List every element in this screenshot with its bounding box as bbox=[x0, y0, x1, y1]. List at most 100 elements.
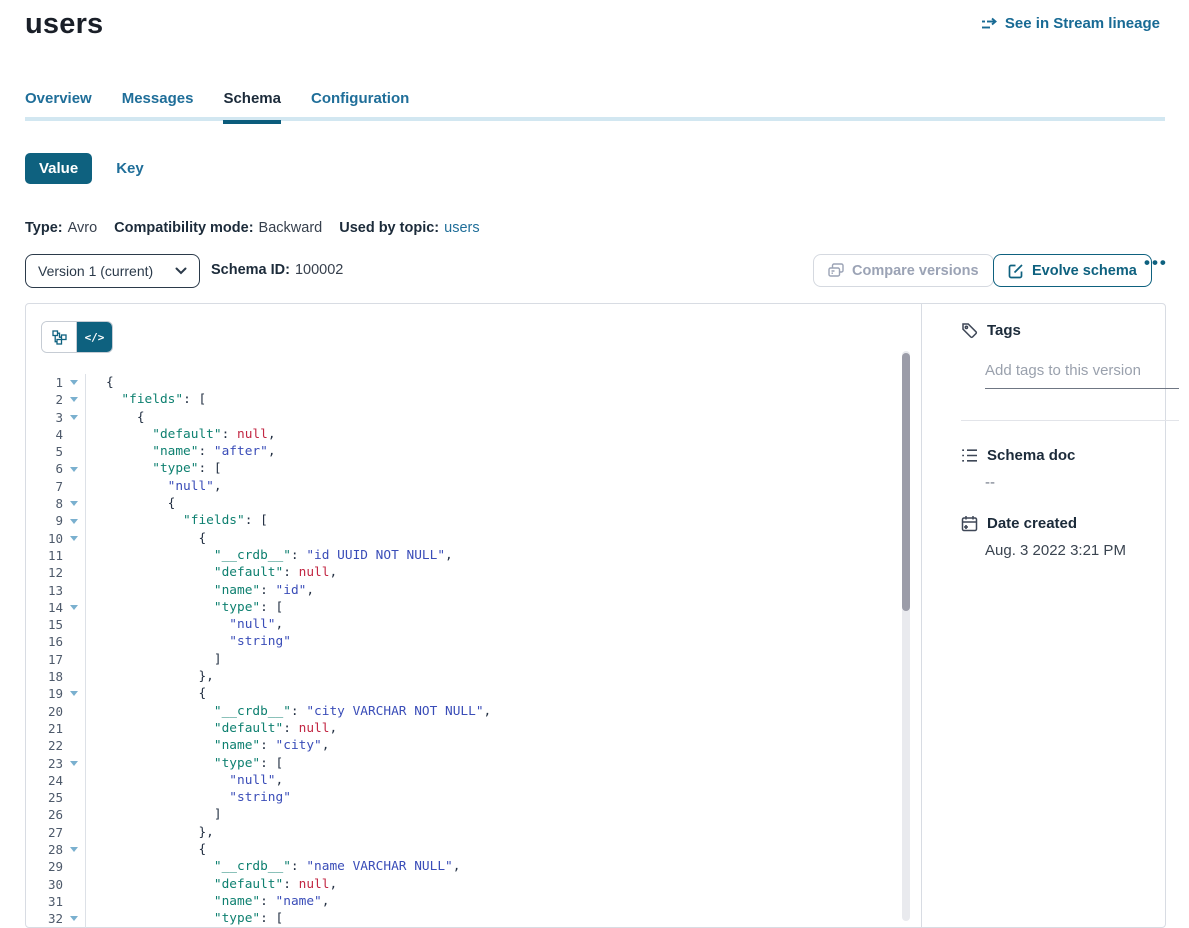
code-text: "default": null, bbox=[85, 426, 276, 443]
evolve-schema-button[interactable]: Evolve schema bbox=[993, 254, 1152, 287]
compare-versions-label: Compare versions bbox=[852, 263, 979, 279]
line-number: 28 bbox=[26, 841, 63, 858]
fold-arrow-icon[interactable] bbox=[63, 761, 85, 766]
tab-schema[interactable]: Schema bbox=[223, 90, 281, 124]
code-text: { bbox=[85, 841, 206, 858]
line-number: 8 bbox=[26, 495, 63, 512]
line-number: 3 bbox=[26, 409, 63, 426]
code-line: 28 { bbox=[26, 841, 902, 858]
tab-overview[interactable]: Overview bbox=[25, 90, 92, 124]
code-text: "type": [ bbox=[85, 755, 283, 772]
date-created-value: Aug. 3 2022 3:21 PM bbox=[985, 542, 1126, 559]
line-number: 11 bbox=[26, 547, 63, 564]
date-created-title: Date created bbox=[987, 515, 1077, 532]
code-line: 6 "type": [ bbox=[26, 460, 902, 477]
line-number: 14 bbox=[26, 599, 63, 616]
fold-arrow-icon[interactable] bbox=[63, 605, 85, 610]
version-select[interactable]: Version 1 (current) bbox=[25, 254, 200, 288]
code-line: 19 { bbox=[26, 685, 902, 702]
line-number: 18 bbox=[26, 668, 63, 685]
compare-versions-button[interactable]: Compare versions bbox=[813, 254, 994, 287]
schema-doc-header: Schema doc bbox=[961, 447, 1075, 464]
value-key-toggle: Value Key bbox=[25, 153, 144, 184]
line-number: 20 bbox=[26, 703, 63, 720]
code-text: "fields": [ bbox=[85, 512, 268, 529]
value-toggle-button[interactable]: Value bbox=[25, 153, 92, 184]
line-number: 24 bbox=[26, 772, 63, 789]
fold-arrow-icon[interactable] bbox=[63, 916, 85, 921]
fold-arrow-icon[interactable] bbox=[63, 691, 85, 696]
compare-versions-icon bbox=[828, 263, 844, 278]
code-text: { bbox=[85, 409, 145, 426]
stream-lineage-link[interactable]: See in Stream lineage bbox=[981, 15, 1160, 32]
line-number: 9 bbox=[26, 512, 63, 529]
code-line: 18 }, bbox=[26, 668, 902, 685]
code-text: "default": null, bbox=[85, 876, 337, 893]
line-number: 17 bbox=[26, 651, 63, 668]
schema-id-field: Schema ID:100002 bbox=[211, 262, 343, 278]
fold-arrow-icon[interactable] bbox=[63, 397, 85, 402]
tag-icon bbox=[961, 322, 978, 339]
code-line: 26 ] bbox=[26, 806, 902, 823]
code-line: 16 "string" bbox=[26, 633, 902, 650]
fold-arrow-icon[interactable] bbox=[63, 380, 85, 385]
key-toggle-button[interactable]: Key bbox=[116, 160, 144, 177]
editor-view-toggle: </> bbox=[41, 321, 113, 353]
compatibility-field: Compatibility mode:Backward bbox=[114, 220, 322, 236]
edit-icon bbox=[1008, 263, 1024, 279]
tab-configuration[interactable]: Configuration bbox=[311, 90, 409, 124]
code-text: "string" bbox=[85, 633, 291, 650]
schema-panel: </> 1{2 "fields": [ 3 {4 "default": null,… bbox=[25, 303, 1166, 928]
schema-code-editor[interactable]: 1{2 "fields": [ 3 {4 "default": null,5 "n… bbox=[26, 374, 902, 928]
code-text: { bbox=[85, 374, 114, 391]
code-line: 30 "default": null, bbox=[26, 876, 902, 893]
type-field: Type:Avro bbox=[25, 220, 97, 236]
fold-arrow-icon[interactable] bbox=[63, 847, 85, 852]
code-line: 22 "name": "city", bbox=[26, 737, 902, 754]
calendar-plus-icon bbox=[961, 515, 978, 532]
code-line: 17 ] bbox=[26, 651, 902, 668]
code-line: 21 "default": null, bbox=[26, 720, 902, 737]
code-text: { bbox=[85, 530, 206, 547]
tab-messages[interactable]: Messages bbox=[122, 90, 194, 124]
schema-id-label: Schema ID: bbox=[211, 262, 290, 278]
used-by-topic-field: Used by topic:users bbox=[339, 220, 479, 236]
fold-arrow-icon[interactable] bbox=[63, 519, 85, 524]
code-text: "__crdb__": "name VARCHAR NULL", bbox=[85, 858, 460, 875]
code-line: 7 "null", bbox=[26, 478, 902, 495]
code-text: "type": [ bbox=[85, 599, 283, 616]
fold-arrow-icon[interactable] bbox=[63, 467, 85, 472]
code-line: 1{ bbox=[26, 374, 902, 391]
code-line: 3 { bbox=[26, 409, 902, 426]
code-text: "default": null, bbox=[85, 564, 337, 581]
fold-arrow-icon[interactable] bbox=[63, 536, 85, 541]
code-view-button[interactable]: </> bbox=[77, 322, 112, 352]
code-line: 11 "__crdb__": "id UUID NOT NULL", bbox=[26, 547, 902, 564]
code-line: 4 "default": null, bbox=[26, 426, 902, 443]
fold-arrow-icon[interactable] bbox=[63, 501, 85, 506]
code-line: 12 "default": null, bbox=[26, 564, 902, 581]
editor-scrollbar-track[interactable] bbox=[902, 351, 910, 921]
editor-scrollbar-thumb[interactable] bbox=[902, 353, 910, 611]
line-number: 21 bbox=[26, 720, 63, 737]
code-line: 20 "__crdb__": "city VARCHAR NOT NULL", bbox=[26, 703, 902, 720]
line-number: 2 bbox=[26, 391, 63, 408]
code-line: 24 "null", bbox=[26, 772, 902, 789]
code-line: 5 "name": "after", bbox=[26, 443, 902, 460]
schema-doc-title: Schema doc bbox=[987, 447, 1075, 464]
fold-arrow-icon[interactable] bbox=[63, 415, 85, 420]
tree-view-button[interactable] bbox=[42, 322, 77, 352]
code-text: "__crdb__": "id UUID NOT NULL", bbox=[85, 547, 453, 564]
line-number: 23 bbox=[26, 755, 63, 772]
code-line: 15 "null", bbox=[26, 616, 902, 633]
schema-doc-value: -- bbox=[985, 474, 995, 491]
tags-title: Tags bbox=[987, 322, 1021, 339]
code-text: "name": "name", bbox=[85, 893, 329, 910]
add-tags-input[interactable] bbox=[985, 358, 1179, 389]
code-text: "name": "after", bbox=[85, 443, 276, 460]
line-number: 6 bbox=[26, 460, 63, 477]
tags-section-header: Tags bbox=[961, 322, 1021, 339]
more-actions-button[interactable]: ••• bbox=[1144, 253, 1168, 273]
type-label: Type: bbox=[25, 220, 63, 236]
used-by-topic-link[interactable]: users bbox=[444, 220, 479, 236]
